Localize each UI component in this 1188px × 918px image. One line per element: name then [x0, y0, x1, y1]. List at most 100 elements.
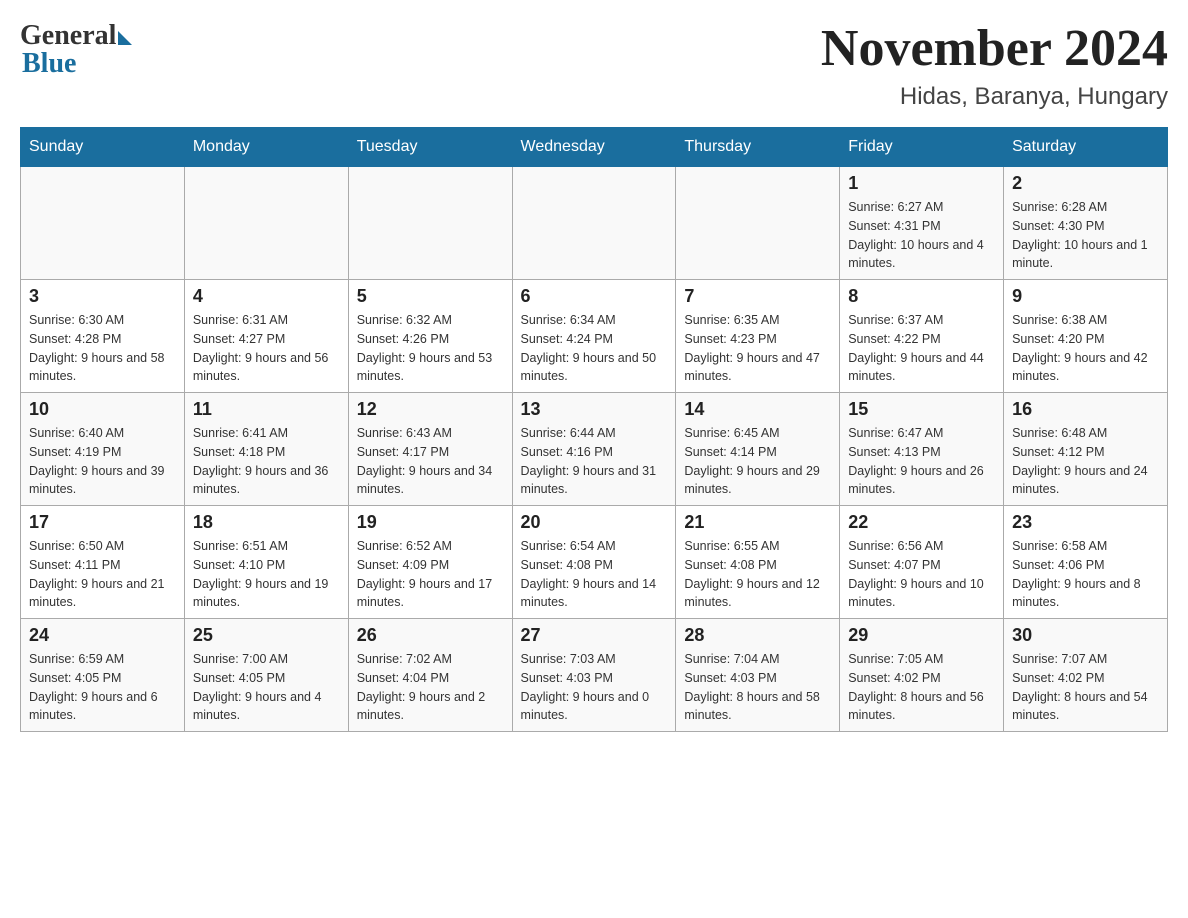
day-info: Sunrise: 6:55 AMSunset: 4:08 PMDaylight:… — [684, 537, 831, 612]
day-number: 28 — [684, 625, 831, 646]
calendar-cell: 29Sunrise: 7:05 AMSunset: 4:02 PMDayligh… — [840, 619, 1004, 732]
calendar-cell: 7 Sunrise: 6:35 AMSunset: 4:23 PMDaylight… — [676, 280, 840, 393]
day-info: Sunrise: 6:48 AMSunset: 4:12 PMDaylight:… — [1012, 424, 1159, 499]
logo: General Blue — [20, 20, 132, 80]
calendar-cell — [512, 167, 676, 280]
day-number: 19 — [357, 512, 504, 533]
day-number: 14 — [684, 399, 831, 420]
day-number: 3 — [29, 286, 176, 307]
day-info: Sunrise: 7:00 AMSunset: 4:05 PMDaylight:… — [193, 650, 340, 725]
day-info: Sunrise: 6:44 AMSunset: 4:16 PMDaylight:… — [521, 424, 668, 499]
calendar-header-monday: Monday — [184, 128, 348, 167]
day-number: 18 — [193, 512, 340, 533]
calendar-cell: 10Sunrise: 6:40 AMSunset: 4:19 PMDayligh… — [21, 393, 185, 506]
title-section: November 2024 Hidas, Baranya, Hungary — [821, 20, 1168, 111]
location-title: Hidas, Baranya, Hungary — [821, 83, 1168, 111]
day-number: 13 — [521, 399, 668, 420]
day-info: Sunrise: 6:31 AMSunset: 4:27 PMDaylight:… — [193, 311, 340, 386]
day-info: Sunrise: 6:45 AMSunset: 4:14 PMDaylight:… — [684, 424, 831, 499]
day-number: 24 — [29, 625, 176, 646]
calendar-cell: 12Sunrise: 6:43 AMSunset: 4:17 PMDayligh… — [348, 393, 512, 506]
day-info: Sunrise: 6:27 AMSunset: 4:31 PMDaylight:… — [848, 198, 995, 273]
calendar-cell: 3Sunrise: 6:30 AMSunset: 4:28 PMDaylight… — [21, 280, 185, 393]
calendar-cell: 22 Sunrise: 6:56 AMSunset: 4:07 PMDayligh… — [840, 506, 1004, 619]
calendar-cell: 18Sunrise: 6:51 AMSunset: 4:10 PMDayligh… — [184, 506, 348, 619]
day-info: Sunrise: 6:59 AMSunset: 4:05 PMDaylight:… — [29, 650, 176, 725]
calendar-header-row: SundayMondayTuesdayWednesdayThursdayFrid… — [21, 128, 1168, 167]
calendar-cell: 2 Sunrise: 6:28 AMSunset: 4:30 PMDaylight… — [1004, 167, 1168, 280]
day-info: Sunrise: 6:34 AMSunset: 4:24 PMDaylight:… — [521, 311, 668, 386]
calendar-cell: 17Sunrise: 6:50 AMSunset: 4:11 PMDayligh… — [21, 506, 185, 619]
day-info: Sunrise: 6:54 AMSunset: 4:08 PMDaylight:… — [521, 537, 668, 612]
calendar-header-thursday: Thursday — [676, 128, 840, 167]
day-number: 25 — [193, 625, 340, 646]
day-info: Sunrise: 6:50 AMSunset: 4:11 PMDaylight:… — [29, 537, 176, 612]
day-number: 27 — [521, 625, 668, 646]
day-info: Sunrise: 7:07 AMSunset: 4:02 PMDaylight:… — [1012, 650, 1159, 725]
calendar-cell: 16Sunrise: 6:48 AMSunset: 4:12 PMDayligh… — [1004, 393, 1168, 506]
calendar-cell: 25 Sunrise: 7:00 AMSunset: 4:05 PMDayligh… — [184, 619, 348, 732]
calendar-cell: 20 Sunrise: 6:54 AMSunset: 4:08 PMDayligh… — [512, 506, 676, 619]
calendar-header-friday: Friday — [840, 128, 1004, 167]
day-number: 22 — [848, 512, 995, 533]
day-info: Sunrise: 6:40 AMSunset: 4:19 PMDaylight:… — [29, 424, 176, 499]
calendar-cell: 26 Sunrise: 7:02 AMSunset: 4:04 PMDayligh… — [348, 619, 512, 732]
calendar-cell: 5Sunrise: 6:32 AMSunset: 4:26 PMDaylight… — [348, 280, 512, 393]
calendar-week-4: 17Sunrise: 6:50 AMSunset: 4:11 PMDayligh… — [21, 506, 1168, 619]
calendar-table: SundayMondayTuesdayWednesdayThursdayFrid… — [20, 127, 1168, 732]
day-number: 26 — [357, 625, 504, 646]
calendar-cell: 24 Sunrise: 6:59 AMSunset: 4:05 PMDayligh… — [21, 619, 185, 732]
day-info: Sunrise: 6:32 AMSunset: 4:26 PMDaylight:… — [357, 311, 504, 386]
calendar-week-1: 1 Sunrise: 6:27 AMSunset: 4:31 PMDaylight… — [21, 167, 1168, 280]
day-number: 9 — [1012, 286, 1159, 307]
calendar-cell: 14 Sunrise: 6:45 AMSunset: 4:14 PMDayligh… — [676, 393, 840, 506]
calendar-cell: 13 Sunrise: 6:44 AMSunset: 4:16 PMDayligh… — [512, 393, 676, 506]
calendar-cell: 30 Sunrise: 7:07 AMSunset: 4:02 PMDayligh… — [1004, 619, 1168, 732]
calendar-cell: 6 Sunrise: 6:34 AMSunset: 4:24 PMDaylight… — [512, 280, 676, 393]
day-info: Sunrise: 7:05 AMSunset: 4:02 PMDaylight:… — [848, 650, 995, 725]
calendar-week-5: 24 Sunrise: 6:59 AMSunset: 4:05 PMDayligh… — [21, 619, 1168, 732]
calendar-cell: 21 Sunrise: 6:55 AMSunset: 4:08 PMDayligh… — [676, 506, 840, 619]
day-info: Sunrise: 6:41 AMSunset: 4:18 PMDaylight:… — [193, 424, 340, 499]
day-info: Sunrise: 6:37 AMSunset: 4:22 PMDaylight:… — [848, 311, 995, 386]
logo-arrow-icon — [118, 31, 132, 45]
calendar-header-sunday: Sunday — [21, 128, 185, 167]
month-title: November 2024 — [821, 20, 1168, 77]
day-info: Sunrise: 6:56 AMSunset: 4:07 PMDaylight:… — [848, 537, 995, 612]
day-info: Sunrise: 7:03 AMSunset: 4:03 PMDaylight:… — [521, 650, 668, 725]
day-info: Sunrise: 6:47 AMSunset: 4:13 PMDaylight:… — [848, 424, 995, 499]
calendar-cell — [676, 167, 840, 280]
calendar-header-saturday: Saturday — [1004, 128, 1168, 167]
day-number: 12 — [357, 399, 504, 420]
calendar-header-tuesday: Tuesday — [348, 128, 512, 167]
day-number: 20 — [521, 512, 668, 533]
day-number: 1 — [848, 173, 995, 194]
calendar-week-2: 3Sunrise: 6:30 AMSunset: 4:28 PMDaylight… — [21, 280, 1168, 393]
calendar-header-wednesday: Wednesday — [512, 128, 676, 167]
day-number: 21 — [684, 512, 831, 533]
calendar-cell: 27 Sunrise: 7:03 AMSunset: 4:03 PMDayligh… — [512, 619, 676, 732]
day-number: 6 — [521, 286, 668, 307]
day-info: Sunrise: 6:35 AMSunset: 4:23 PMDaylight:… — [684, 311, 831, 386]
day-number: 15 — [848, 399, 995, 420]
day-number: 11 — [193, 399, 340, 420]
day-number: 30 — [1012, 625, 1159, 646]
day-info: Sunrise: 7:02 AMSunset: 4:04 PMDaylight:… — [357, 650, 504, 725]
day-number: 8 — [848, 286, 995, 307]
calendar-cell: 1 Sunrise: 6:27 AMSunset: 4:31 PMDaylight… — [840, 167, 1004, 280]
day-info: Sunrise: 6:58 AMSunset: 4:06 PMDaylight:… — [1012, 537, 1159, 612]
calendar-cell: 8 Sunrise: 6:37 AMSunset: 4:22 PMDaylight… — [840, 280, 1004, 393]
calendar-cell: 19 Sunrise: 6:52 AMSunset: 4:09 PMDayligh… — [348, 506, 512, 619]
day-info: Sunrise: 6:28 AMSunset: 4:30 PMDaylight:… — [1012, 198, 1159, 273]
calendar-cell: 28 Sunrise: 7:04 AMSunset: 4:03 PMDayligh… — [676, 619, 840, 732]
day-info: Sunrise: 6:38 AMSunset: 4:20 PMDaylight:… — [1012, 311, 1159, 386]
calendar-cell: 11 Sunrise: 6:41 AMSunset: 4:18 PMDayligh… — [184, 393, 348, 506]
logo-text-blue: Blue — [22, 48, 132, 80]
calendar-cell: 23Sunrise: 6:58 AMSunset: 4:06 PMDayligh… — [1004, 506, 1168, 619]
day-info: Sunrise: 6:52 AMSunset: 4:09 PMDaylight:… — [357, 537, 504, 612]
calendar-cell: 4 Sunrise: 6:31 AMSunset: 4:27 PMDaylight… — [184, 280, 348, 393]
day-number: 2 — [1012, 173, 1159, 194]
day-number: 7 — [684, 286, 831, 307]
day-number: 4 — [193, 286, 340, 307]
day-info: Sunrise: 7:04 AMSunset: 4:03 PMDaylight:… — [684, 650, 831, 725]
